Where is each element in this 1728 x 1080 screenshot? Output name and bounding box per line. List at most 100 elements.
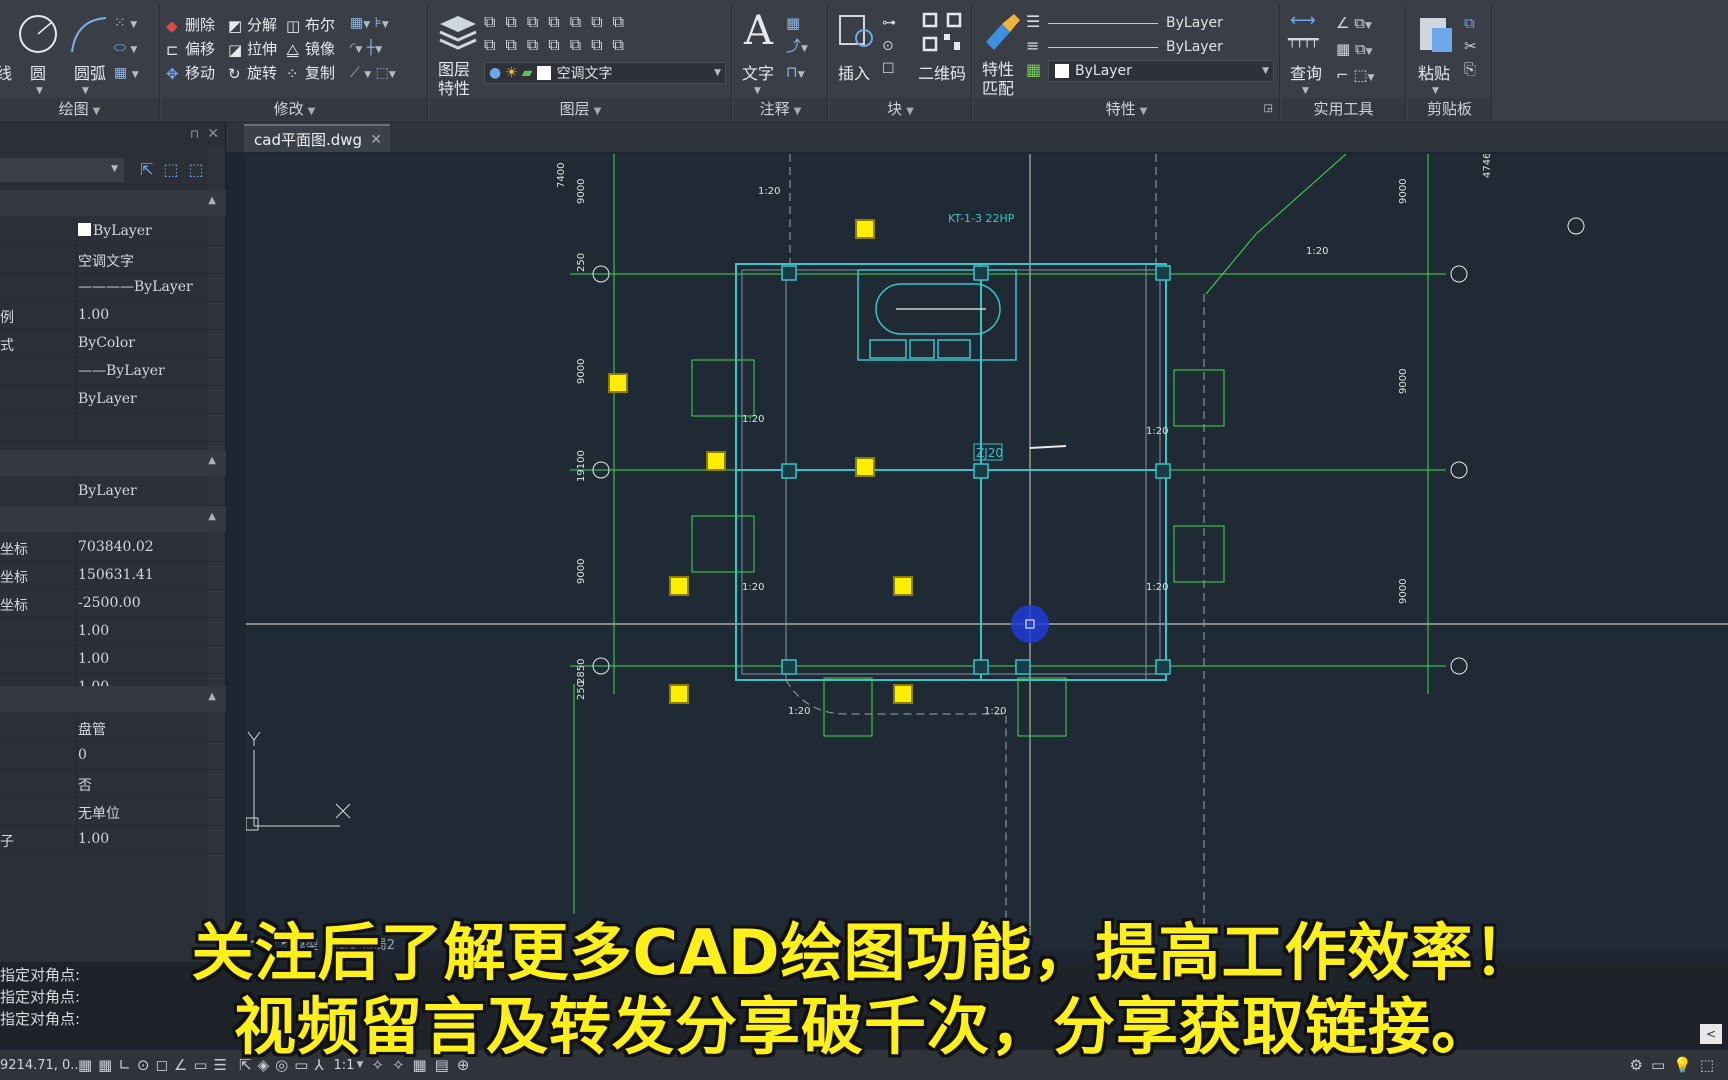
cut-icon[interactable]: ✂ [1464, 35, 1490, 58]
angle-icon[interactable]: ∠ ⧉▼ [1336, 12, 1404, 38]
property-row[interactable]: ByLayer [0, 478, 226, 506]
text-button[interactable]: 文字 [738, 60, 778, 84]
calculator-icon[interactable]: ▦ ⧉▼ [1336, 38, 1404, 64]
layer-tools-row2[interactable]: ⧉⧉⧉⧉⧉⧉⧉ [484, 33, 724, 56]
property-row[interactable]: ————ByLayer [0, 274, 226, 302]
lineweight-dropdown[interactable]: ByLayer [1048, 36, 1274, 58]
document-tab[interactable]: cad平面图.dwg ✕ [244, 124, 390, 152]
boolean-button[interactable]: ◫ 布尔 [286, 14, 335, 35]
dimension-icon[interactable]: ⊓▼ [786, 61, 826, 87]
property-row[interactable]: 否 [0, 770, 226, 798]
property-row[interactable]: 子 1.00 [0, 826, 226, 854]
quick-select-icon[interactable]: ⇱ [140, 160, 153, 179]
utilities-panel-title[interactable]: 实用工具 [1282, 98, 1405, 120]
copy-button[interactable]: ⁘ 复制 [286, 62, 335, 83]
dialog-launcher-icon[interactable]: ◲ [1264, 98, 1273, 120]
block-panel-title[interactable]: 块 ▼ [830, 98, 971, 120]
create-block-icon[interactable]: ⊙ [882, 35, 912, 58]
draw-panel-title[interactable]: 绘图 ▼ [0, 98, 159, 120]
ellipse-icon[interactable]: ⬭ ▼ [114, 37, 158, 62]
color-dropdown[interactable]: ByLayer [1048, 12, 1274, 34]
layer-properties-button[interactable]: 图层 特性 [434, 60, 474, 98]
layer-stack-icon[interactable] [436, 10, 480, 50]
property-row[interactable]: 坐标 703840.02 [0, 534, 226, 562]
palette-grid-icon[interactable]: ▦ [1026, 60, 1041, 79]
pickadd-icon[interactable]: ⬚ [189, 160, 204, 179]
move-button[interactable]: ✥ 移动 [166, 62, 215, 83]
lineweight-icon[interactable]: ≡ [1026, 36, 1039, 55]
property-value: ByLayer [78, 483, 137, 499]
linetype-dropdown[interactable]: ByLayer ▼ [1048, 60, 1274, 82]
copy-base-icon[interactable]: ⎘ [1464, 58, 1490, 81]
match-properties-button[interactable]: 特性 匹配 [978, 60, 1018, 98]
modify-panel-title[interactable]: 修改 ▼ [162, 98, 427, 120]
fillet-icon[interactable]: ◜▼ ┼▼ [350, 37, 426, 62]
property-row[interactable]: 1.00 [0, 618, 226, 646]
rotate-button[interactable]: ↻ 旋转 [228, 62, 277, 83]
property-row[interactable]: 例 1.00 [0, 302, 226, 330]
line-button[interactable]: 线 [0, 60, 14, 84]
explode-button[interactable]: ◩ 分解 [228, 14, 277, 35]
measure-icon[interactable]: ⟷ [1290, 10, 1316, 31]
qr-code-icon[interactable] [922, 12, 962, 52]
erase-button[interactable]: ◆ 删除 [166, 14, 215, 35]
chevron-down-icon[interactable]: ▼ [82, 86, 89, 96]
close-icon[interactable]: ✕ [370, 126, 382, 154]
paste-button[interactable]: 粘贴 [1410, 60, 1458, 84]
general-section-header[interactable]: ▲ [0, 190, 226, 216]
property-row[interactable]: ByLayer [0, 386, 226, 414]
misc-section-header[interactable]: ▲ [0, 686, 226, 712]
property-row[interactable]: ByLayer [0, 218, 226, 246]
property-row[interactable]: 式 ByColor [0, 330, 226, 358]
mirror-button[interactable]: ⧋ 镜像 [286, 38, 335, 59]
property-row[interactable]: 1.00 [0, 646, 226, 674]
stretch-button[interactable]: ◪ 拉伸 [228, 38, 277, 59]
hatch-icon[interactable]: ▦ ▼ [114, 62, 158, 87]
offset-button[interactable]: ⊏ 偏移 [166, 38, 215, 59]
select-objects-icon[interactable]: ⬚ [163, 160, 178, 179]
close-icon[interactable]: ✕ [207, 126, 219, 142]
copy-clip-icon[interactable]: ⧉ [1464, 12, 1490, 35]
property-row[interactable]: 盘管 [0, 714, 226, 742]
property-row[interactable]: 0 [0, 742, 226, 770]
property-row[interactable]: 无单位 [0, 798, 226, 826]
lineweight-value: ByLayer [1166, 39, 1223, 55]
property-row[interactable]: 坐标 -2500.00 [0, 590, 226, 618]
arc-icon[interactable] [66, 12, 110, 56]
match-properties-icon[interactable] [980, 12, 1020, 52]
ucs-icon[interactable]: ⌐ ⬚▼ [1336, 64, 1404, 90]
properties-panel-title[interactable]: 特性 ▼ ◲ [974, 98, 1279, 120]
property-row[interactable]: 坐标 150631.41 [0, 562, 226, 590]
query-button[interactable]: 查询 [1282, 60, 1330, 84]
insert-button[interactable]: 插入 [830, 60, 878, 84]
paste-icon[interactable] [1416, 12, 1456, 54]
drawing-canvas[interactable]: KT-1-3 22HP ZJ20 1:20 1:20 1:20 1:20 1:20 1:2… [246, 154, 1728, 950]
clipboard-panel-title[interactable]: 剪贴板 [1408, 98, 1491, 120]
attribute-icon[interactable]: ☐ [882, 58, 912, 81]
circle-button[interactable]: 圆 [26, 60, 50, 84]
chevron-down-icon[interactable]: ▼ [36, 86, 43, 96]
leader-icon[interactable]: ⤴▼ [786, 35, 826, 61]
edit-block-icon[interactable]: ⊶ [882, 12, 912, 35]
layer-dropdown[interactable]: ● ☀ ▰ 空调文字 ▼ [484, 62, 726, 84]
layers-panel-title[interactable]: 图层 ▼ [430, 98, 731, 120]
layer-tools-row1[interactable]: ⧉⧉⧉⧉⧉⧉⧉ [484, 10, 724, 33]
text-icon[interactable]: A [744, 8, 773, 54]
table-icon[interactable]: ▦ [786, 12, 826, 35]
arc-button[interactable]: 圆弧 [70, 60, 110, 84]
color-list-icon[interactable]: ☰ [1026, 12, 1040, 31]
selection-filter-dropdown[interactable]: ▼ [0, 158, 124, 182]
circle-icon[interactable] [16, 12, 60, 56]
qr-code-button[interactable]: 二维码 [914, 60, 970, 84]
annotate-panel-title[interactable]: 注释 ▼ [734, 98, 827, 120]
pin-icon[interactable]: ⊓ [190, 127, 199, 141]
insert-block-icon[interactable] [836, 10, 876, 50]
trim-icon[interactable]: ⟋ ▼ ⬚▼ [350, 62, 426, 87]
array-icon[interactable]: ▦▼ ⊧▼ [350, 12, 426, 37]
property-row[interactable]: 空调文字 [0, 246, 226, 274]
view-section-header[interactable]: ▲ [0, 450, 226, 476]
property-row[interactable]: ——ByLayer [0, 358, 226, 386]
geometry-section-header[interactable]: ▲ [0, 506, 226, 532]
property-row[interactable] [0, 414, 226, 442]
point-grid-icon[interactable]: ⁙ ▼ [114, 12, 158, 37]
